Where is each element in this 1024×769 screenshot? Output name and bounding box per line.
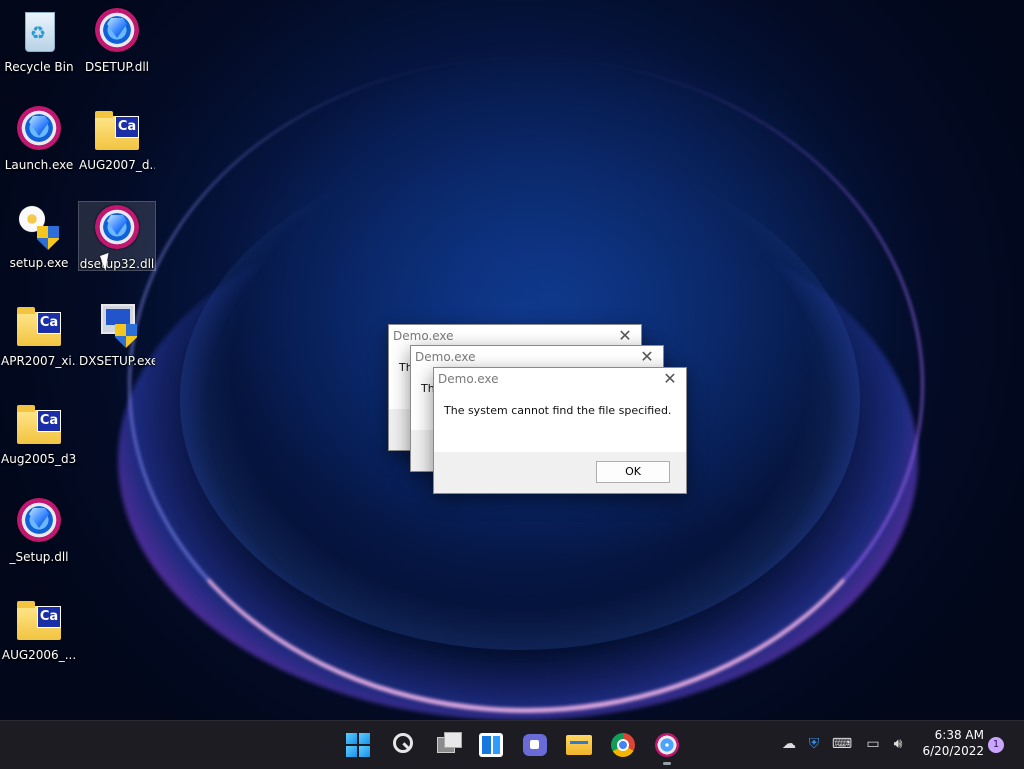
desktop-icon-dxsetup[interactable]: DXSETUP.exe [79,296,155,386]
clock-time: 6:38 AM [934,728,984,742]
setup-app-button[interactable] [651,729,683,765]
dialog-title: Demo.exe [393,329,454,343]
system-clock[interactable]: 6:38 AM 6/20/2022 [914,727,984,759]
setup-gem-icon [17,106,61,150]
desktop-icon-launch[interactable]: Launch.exe [1,100,77,190]
desktop-icon-dsetup-dll[interactable]: DSETUP.dll [79,2,155,92]
widgets-button[interactable] [475,729,507,761]
cab-badge: Ca [37,312,61,334]
desktop-icon-label: Aug2005_d3... [1,452,77,466]
desktop-icon-label: dsetup32.dll [79,257,155,271]
desktop-icon-label: _Setup.dll [9,550,69,564]
file-explorer-icon [566,735,592,755]
cab-folder-icon: Ca [17,601,61,640]
keyboard-icon[interactable]: ⌨ [831,733,853,755]
task-view-button[interactable] [431,729,463,761]
dialog-title: Demo.exe [415,350,476,364]
task-view-icon [437,732,462,753]
network-icon[interactable]: ▭ [862,733,884,755]
cab-badge: Ca [37,410,61,432]
file-explorer-button[interactable] [563,729,595,761]
setup-gem-icon [17,498,61,542]
notification-badge[interactable]: 1 [988,737,1004,753]
desktop-icon-label: DXSETUP.exe [79,354,155,368]
close-icon[interactable]: ✕ [639,346,655,368]
cab-badge: Ca [115,116,139,138]
close-icon[interactable]: ✕ [662,368,678,390]
search-icon [393,733,413,753]
cab-badge: Ca [37,606,61,628]
recycle-bin-icon [25,12,55,52]
setup-gem-icon [95,205,139,249]
desktop-icon-apr2007[interactable]: Ca APR2007_xi... [1,296,77,386]
desktop-icon-label: DSETUP.dll [84,60,150,74]
security-shield-icon[interactable]: ⛨ [803,733,825,755]
desktop-icon-label: Launch.exe [4,158,74,172]
desktop-icon-setup-dll[interactable]: _Setup.dll [1,492,77,582]
desktop-icon-setup-exe[interactable]: setup.exe [1,198,77,288]
chrome-icon [611,733,635,757]
error-dialog-front[interactable]: Demo.exe ✕ The system cannot find the fi… [433,367,687,494]
dialog-footer: OK [434,452,686,493]
taskbar: ☁ ⛨ ⌨ ▭ 🔊︎ 6:38 AM 6/20/2022 1 [0,720,1024,769]
desktop-icon-aug2007[interactable]: Ca AUG2007_d... [79,100,155,190]
desktop-icon-aug2006[interactable]: Ca AUG2006_... [1,590,77,680]
chat-button[interactable] [519,729,551,761]
cab-folder-icon: Ca [17,307,61,346]
setup-gem-icon [95,8,139,52]
chat-icon [523,734,547,756]
cab-folder-icon: Ca [17,405,61,444]
widgets-icon [479,733,503,757]
search-button[interactable] [387,729,419,761]
windows-logo-icon [346,733,370,757]
desktop-icon-aug2005[interactable]: Ca Aug2005_d3... [1,394,77,484]
ok-button[interactable]: OK [596,461,670,483]
desktop-icon-dsetup32-dll[interactable]: dsetup32.dll [78,201,156,271]
volume-icon[interactable]: 🔊︎ [887,733,909,755]
cab-folder-icon: Ca [95,111,139,150]
desktop-icon-label: setup.exe [9,256,69,270]
dialog-title: Demo.exe [438,372,499,386]
desktop-icon-recycle-bin[interactable]: Recycle Bin [1,2,77,92]
dialog-message: The system cannot find the file specifie… [444,404,672,417]
desktop-icon-label: Recycle Bin [4,60,74,74]
onedrive-offline-icon[interactable]: ☁ [778,733,800,755]
desktop-icon-label: APR2007_xi... [1,354,77,368]
desktop-icon-label: AUG2006_... [1,648,77,662]
chrome-button[interactable] [607,729,639,761]
close-icon[interactable]: ✕ [617,325,633,347]
uac-shield-icon [115,324,137,348]
desktop[interactable]: Recycle Bin Launch.exe setup.exe Ca APR2… [0,0,1024,720]
clock-date: 6/20/2022 [922,744,984,758]
desktop-icon-label: AUG2007_d... [79,158,155,172]
setup-gem-icon [655,733,679,757]
uac-shield-icon [37,226,59,250]
start-button[interactable] [342,729,374,761]
